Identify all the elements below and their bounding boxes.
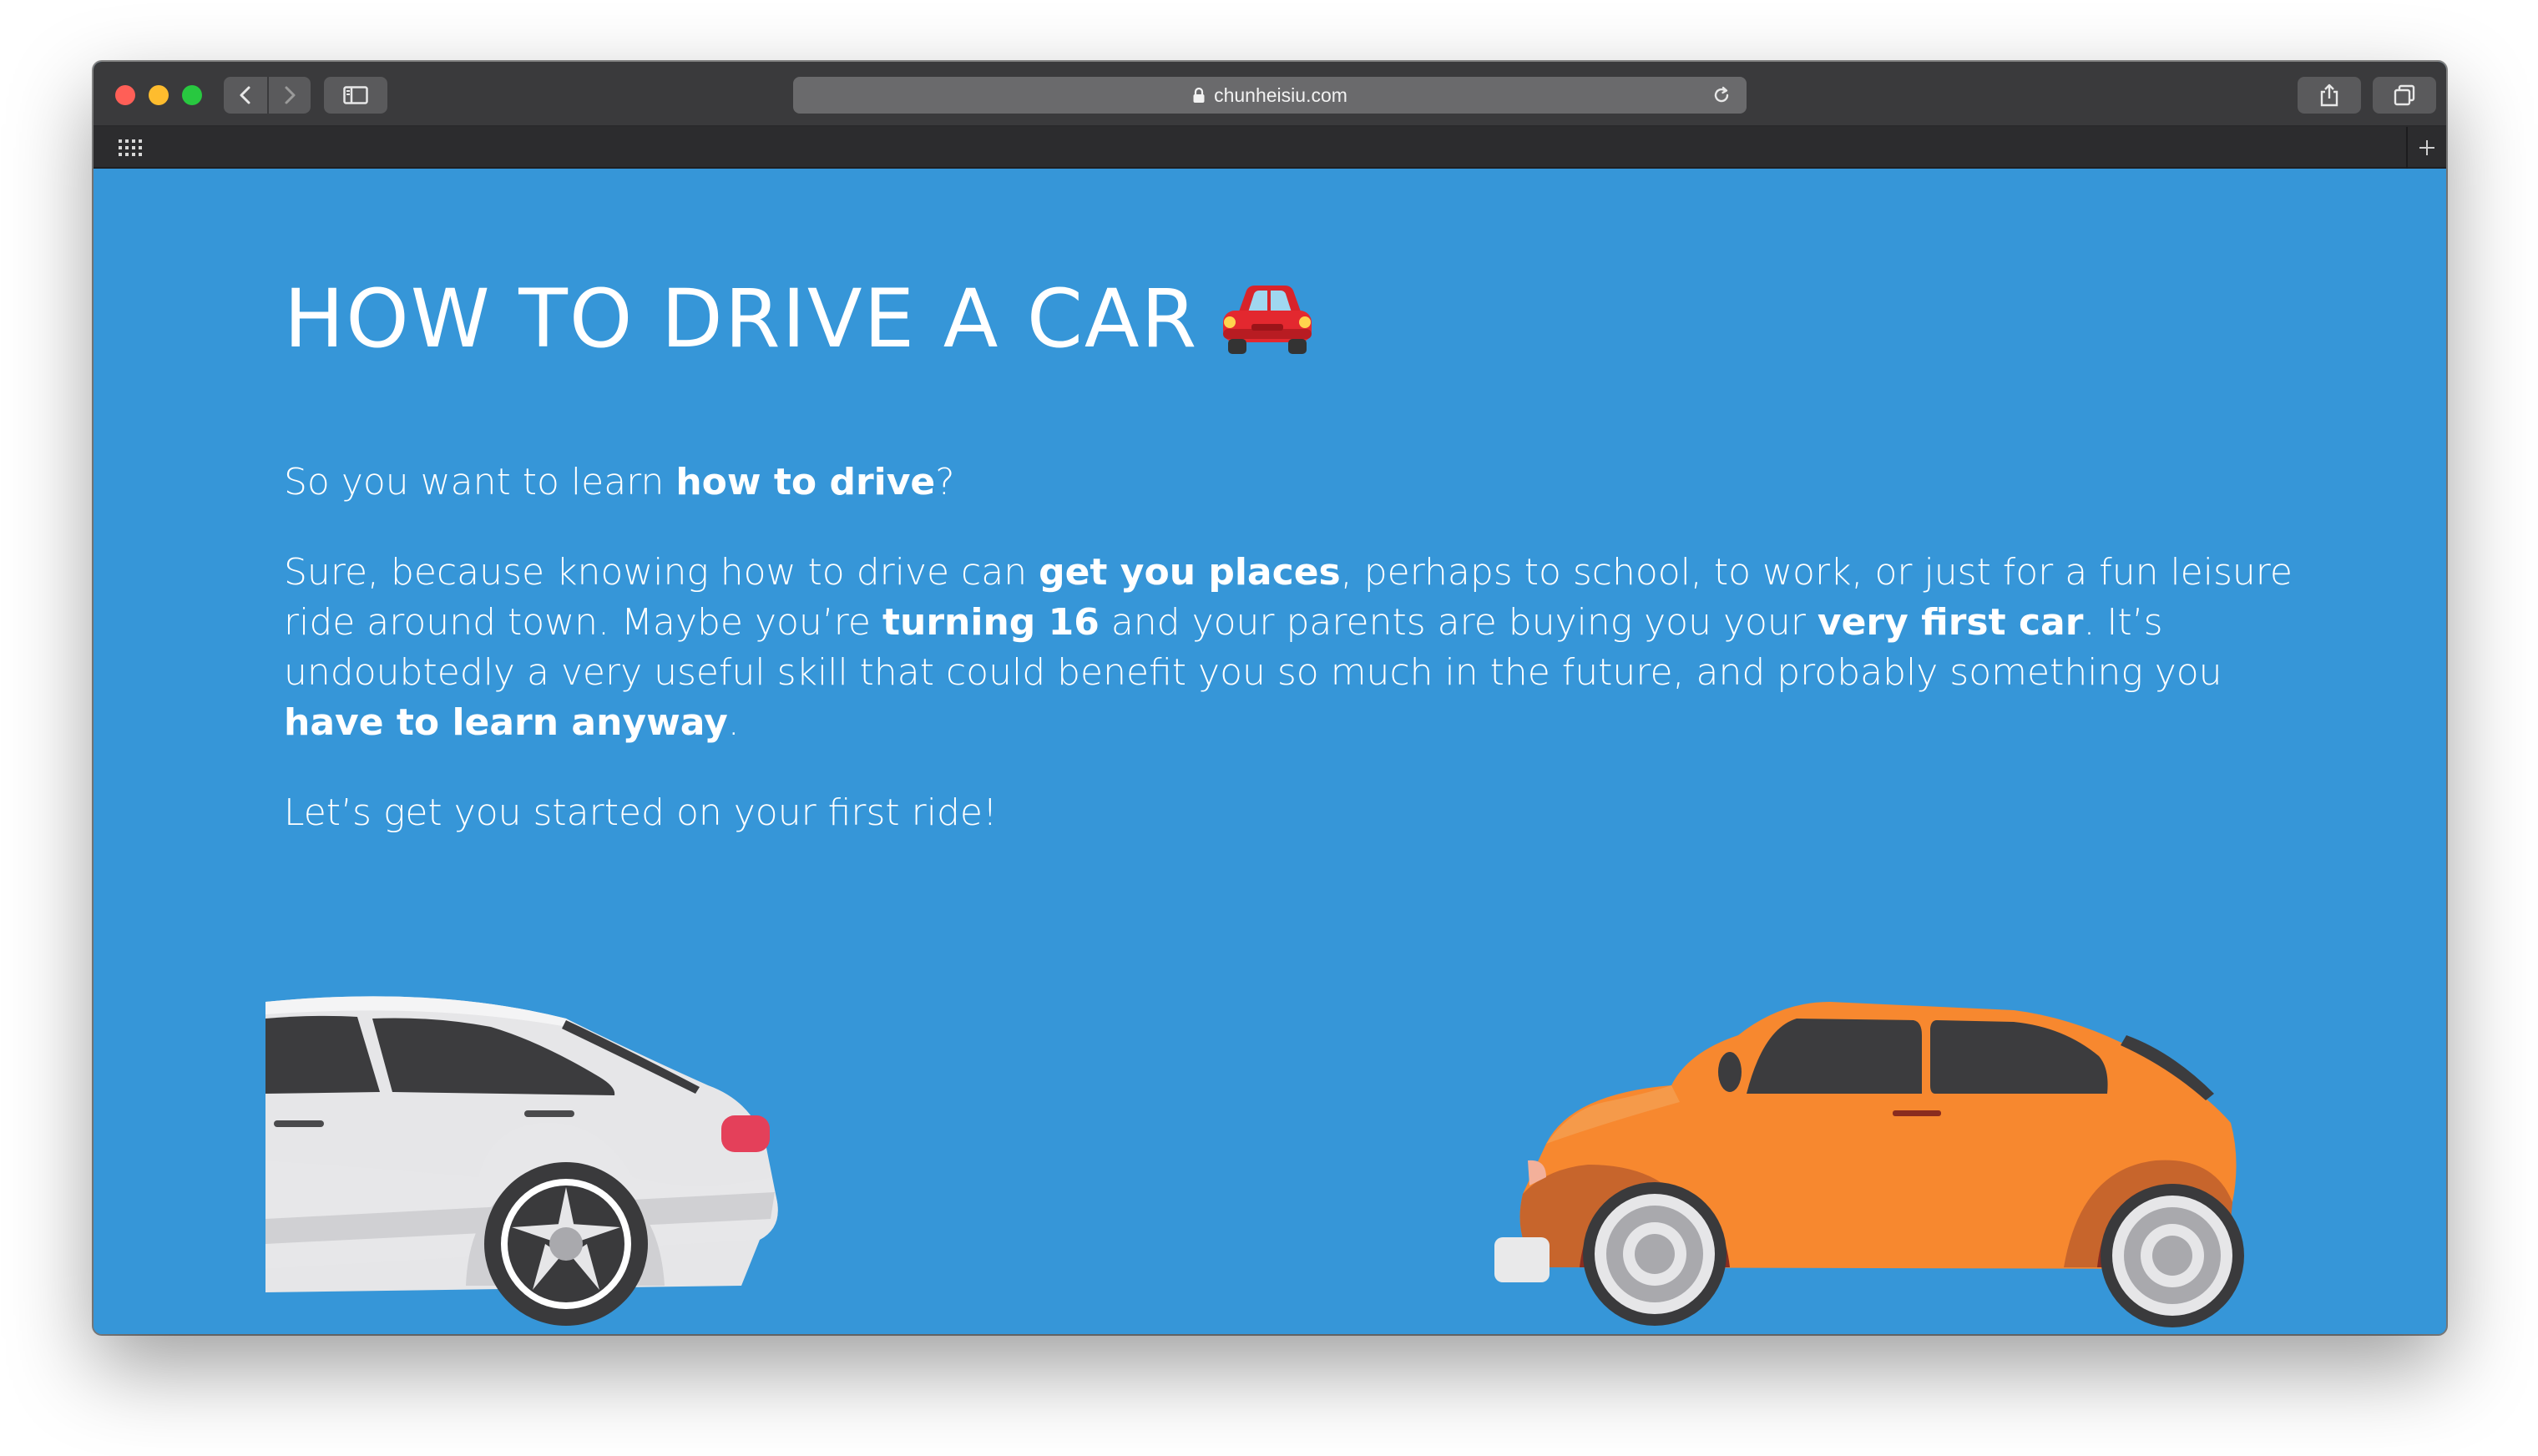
address-content: chunheisiu.com	[793, 77, 1747, 114]
orange-car-illustration	[1494, 1002, 2244, 1327]
reasons-bold-2: turning 16	[882, 601, 1100, 644]
sidebar-icon	[343, 86, 368, 104]
close-window-button[interactable]	[115, 85, 135, 105]
sidebar-button[interactable]	[324, 77, 387, 114]
reasons-text-3: and your parents are buying you your	[1099, 601, 1818, 644]
tabs-icon	[2394, 84, 2415, 106]
reasons-bold-3: very first car	[1817, 601, 2084, 644]
minimize-window-button[interactable]	[149, 85, 169, 105]
reasons-text-1: Sure, because knowing how to drive can	[284, 551, 1039, 594]
url-text: chunheisiu.com	[1214, 83, 1347, 106]
chevron-right-icon	[285, 86, 296, 104]
reasons-bold-4: have to learn anyway	[284, 701, 728, 744]
intro-text: So you want to learn	[284, 461, 676, 503]
page-title: HOW TO DRIVE A CAR	[284, 272, 1317, 366]
address-bar[interactable]: chunheisiu.com	[793, 77, 1747, 114]
navigation-buttons	[224, 77, 311, 114]
lock-icon	[1193, 87, 1205, 103]
tab-overview-button[interactable]	[2373, 77, 2436, 114]
reasons-paragraph: Sure, because knowing how to drive can g…	[284, 548, 2304, 748]
intro-paragraph: So you want to learn how to drive?	[284, 458, 2304, 508]
back-button[interactable]	[224, 77, 267, 114]
reasons-text-5: .	[727, 701, 740, 744]
intro-bold-text: how to drive	[675, 461, 936, 503]
forward-button[interactable]	[267, 77, 311, 114]
tab-bar	[94, 127, 2446, 169]
reasons-bold-1: get you places	[1039, 551, 1341, 594]
chevron-left-icon	[240, 86, 250, 104]
plus-icon	[2419, 140, 2434, 155]
grid-icon[interactable]	[119, 139, 142, 156]
browser-toolbar: chunheisiu.com	[94, 62, 2446, 127]
browser-window: chunheisiu.com HOW TO DRIVE A CAR So you…	[94, 62, 2446, 1334]
reload-icon[interactable]	[1711, 85, 1732, 105]
share-icon	[2320, 83, 2338, 107]
article-body: So you want to learn how to drive? Sure,…	[284, 458, 2304, 878]
intro-end-text: ?	[935, 461, 955, 503]
web-page: HOW TO DRIVE A CAR So you want to learn …	[94, 169, 2446, 1334]
page-title-text: HOW TO DRIVE A CAR	[284, 272, 1199, 366]
white-car-illustration	[265, 996, 778, 1326]
closing-paragraph: Let’s get you started on your first ride…	[284, 791, 998, 834]
share-button[interactable]	[2298, 77, 2361, 114]
red-car-emoji-icon	[1223, 286, 1312, 354]
zoom-window-button[interactable]	[182, 85, 202, 105]
new-tab-button[interactable]	[2406, 127, 2446, 169]
